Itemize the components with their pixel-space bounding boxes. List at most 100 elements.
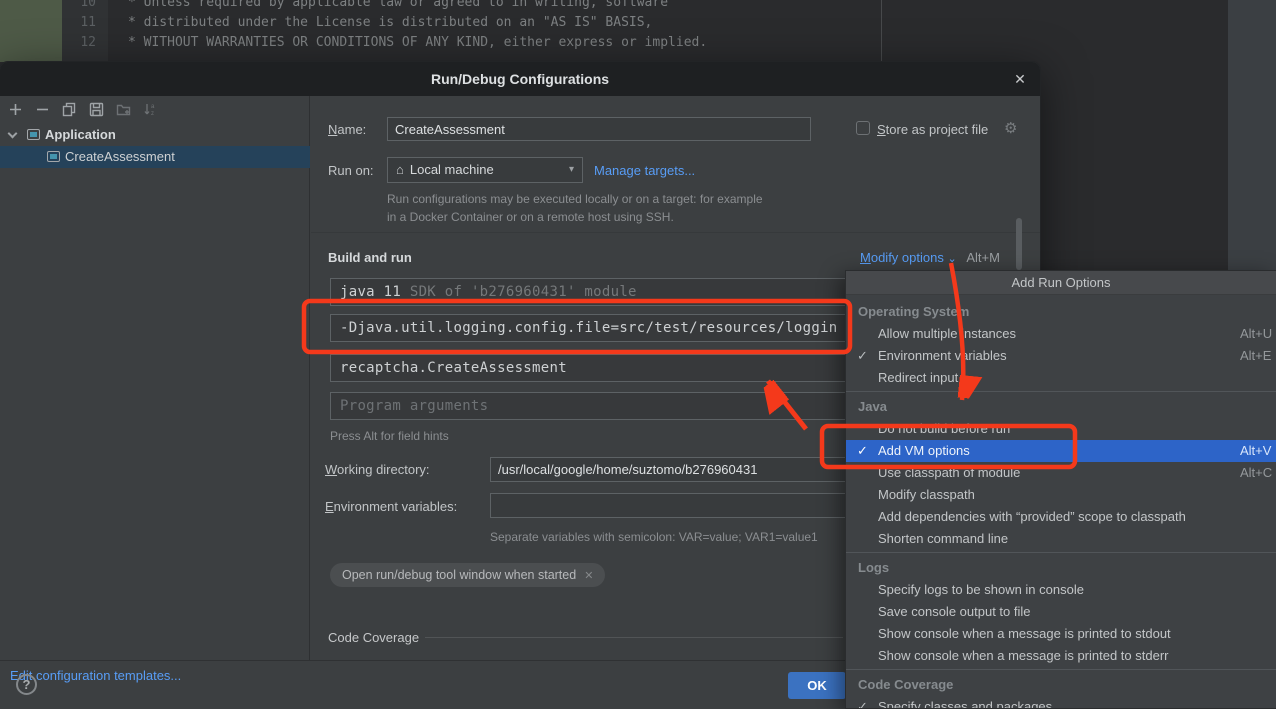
new-folder-icon[interactable] [116,102,131,117]
modify-options-shortcut: Alt+M [966,250,1000,265]
modify-options-label: Modify options [860,250,944,265]
menu-item-label: Operating System [858,304,969,319]
menu-title: Add Run Options [846,271,1276,295]
manage-targets-link[interactable]: Manage targets... [594,163,695,178]
menu-item-specify-logs-to-be-shown-in-console[interactable]: Specify logs to be shown in console [846,579,1276,601]
section-divider [311,232,1040,233]
code-line: * WITHOUT WARRANTIES OR CONDITIONS OF AN… [128,33,707,53]
save-icon[interactable] [89,102,104,117]
tag-label: Open run/debug tool window when started [342,568,576,582]
alt-hint: Press Alt for field hints [330,429,449,443]
run-on-hint-line2: in a Docker Container or on a remote hos… [387,210,674,224]
sort-icon[interactable]: az [143,102,158,117]
application-icon [27,129,40,140]
store-as-project-file-label: Store as project file [877,122,988,137]
menu-item-shortcut: Alt+E [1240,345,1271,367]
line-number: 11 [62,13,96,33]
menu-group-logs: Logs [846,557,1276,579]
configurations-sidebar: az Application CreateAssessment Edit con… [0,96,310,660]
add-icon[interactable] [8,102,23,117]
sidebar-item-application[interactable]: Application [0,124,310,146]
menu-separator [846,391,1276,392]
menu-item-redirect-input[interactable]: Redirect input [846,367,1276,389]
menu-separator [846,552,1276,553]
run-on-label: Run on: [328,163,374,178]
menu-item-show-console-when-a-message-is-printed-to-stdout[interactable]: Show console when a message is printed t… [846,623,1276,645]
jre-version: java 11 [340,284,401,300]
menu-group-java: Java [846,396,1276,418]
code-line: * Unless required by applicable law or a… [128,0,668,13]
menu-item-specify-classes-and-packages[interactable]: ✓Specify classes and packages [846,696,1276,709]
svg-text:z: z [151,111,154,117]
editor-gutter [0,0,62,62]
menu-item-shortcut: Alt+V [1240,440,1271,462]
menu-item-label: Show console when a message is printed t… [878,626,1171,641]
help-button[interactable]: ? [16,674,37,695]
editor-wrap-guide [881,0,882,62]
tree-item-label: CreateAssessment [65,146,175,168]
menu-separator [846,669,1276,670]
menu-item-add-vm-options[interactable]: ✓Add VM options Alt+V [846,440,1276,462]
menu-item-label: Modify classpath [878,487,975,502]
environment-variables-label: Environment variables: [325,499,457,514]
close-icon[interactable]: ✕ [1008,69,1032,89]
env-variables-hint: Separate variables with semicolon: VAR=v… [490,530,818,544]
menu-item-label: Show console when a message is printed t… [878,648,1169,663]
open-tool-window-tag[interactable]: Open run/debug tool window when started … [330,563,605,587]
add-run-options-menu: Add Run Options Operating System Allow mu… [845,270,1276,709]
run-on-combobox[interactable]: ⌂ Local machine ▾ [387,157,583,183]
check-icon: ✓ [857,440,875,462]
editor-right-panel [1228,0,1276,272]
menu-item-modify-classpath[interactable]: Modify classpath [846,484,1276,506]
name-input[interactable] [387,117,811,141]
dialog-title: Run/Debug Configurations [0,62,1040,96]
gear-icon[interactable]: ⚙ [1004,119,1017,137]
code-coverage-divider [425,637,843,638]
line-number: 10 [62,0,96,13]
menu-item-do-not-build-before-run[interactable]: Do not build before run [846,418,1276,440]
run-on-hint-line1: Run configurations may be executed local… [387,192,763,206]
menu-item-label: Java [858,399,887,414]
scrollbar-thumb[interactable] [1016,218,1022,270]
build-and-run-header: Build and run [328,250,412,265]
menu-item-label: Add dependencies with “provided” scope t… [878,509,1186,524]
store-as-project-file-checkbox[interactable] [856,121,870,135]
menu-item-show-console-when-a-message-is-printed-to-stderr[interactable]: Show console when a message is printed t… [846,645,1276,667]
home-icon: ⌂ [396,162,404,177]
menu-item-label: Code Coverage [858,677,953,692]
menu-item-label: Redirect input [878,370,958,385]
name-label: Name: [328,122,366,137]
menu-item-label: Allow multiple instances [878,326,1016,341]
chevron-down-icon[interactable] [8,129,18,139]
remove-tag-icon[interactable]: ✕ [584,569,593,582]
menu-item-label: Do not build before run [878,421,1010,436]
run-on-value: Local machine [410,162,494,177]
menu-item-allow-multiple-instances[interactable]: Allow multiple instances Alt+U [846,323,1276,345]
sidebar-item-createassessment[interactable]: CreateAssessment [0,146,310,168]
menu-item-label: Environment variables [878,348,1007,363]
caret-down-icon: ▾ [569,158,574,182]
line-number: 12 [62,33,96,53]
menu-item-use-classpath-of-module[interactable]: Use classpath of moduleAlt+C [846,462,1276,484]
menu-item-label: Specify classes and packages [878,699,1052,709]
menu-item-add-dependencies-with-provided-scope-to-classpath[interactable]: Add dependencies with “provided” scope t… [846,506,1276,528]
jre-description: SDK of 'b276960431' module [401,284,637,300]
menu-item-shortcut: Alt+C [1240,462,1272,484]
check-icon: ✓ [857,345,875,367]
menu-item-label: Add VM options [878,443,970,458]
screen: 10 * Unless required by applicable law or… [0,0,1276,709]
remove-icon[interactable] [35,102,50,117]
copy-icon[interactable] [62,102,77,117]
menu-item-label: Specify logs to be shown in console [878,582,1084,597]
menu-item-environment-variables[interactable]: ✓Environment variables Alt+E [846,345,1276,367]
code-coverage-header: Code Coverage [328,630,419,645]
chevron-down-icon: ⌄ [947,253,956,265]
code-line: * distributed under the License is distr… [128,13,652,33]
menu-item-shortcut: Alt+U [1240,323,1272,345]
menu-item-save-console-output-to-file[interactable]: Save console output to file [846,601,1276,623]
menu-item-shorten-command-line[interactable]: Shorten command line [846,528,1276,550]
check-icon: ✓ [857,696,875,709]
ok-button[interactable]: OK [788,672,846,699]
modify-options-link[interactable]: Modify options ⌄ Alt+M [860,250,1000,265]
sidebar-toolbar: az [0,96,310,122]
